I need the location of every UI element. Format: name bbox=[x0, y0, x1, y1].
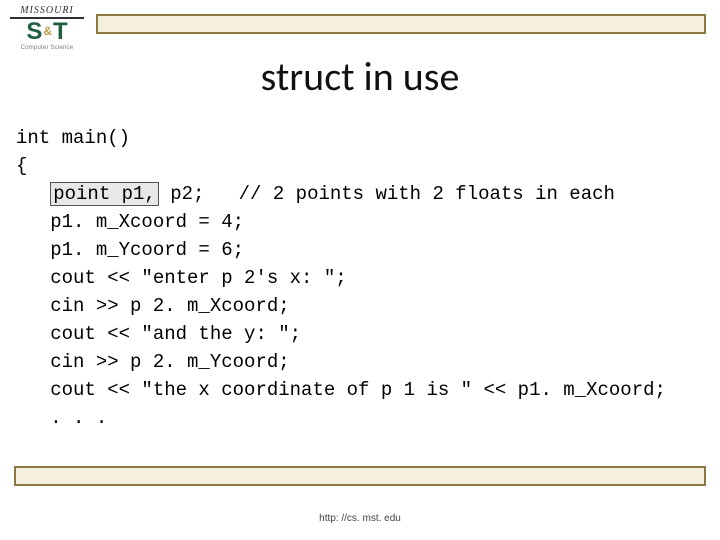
code-line: cin >> p 2. m_Ycoord; bbox=[16, 351, 290, 373]
code-line: int main() bbox=[16, 127, 130, 149]
bottom-divider-bar bbox=[14, 466, 706, 486]
code-line bbox=[16, 183, 50, 205]
code-line: p2; // 2 points with 2 floats in each bbox=[159, 183, 615, 205]
code-line: cout << "the x coordinate of p 1 is " <<… bbox=[16, 379, 666, 401]
logo-s: S bbox=[26, 18, 42, 45]
logo-university: MISSOURI bbox=[10, 6, 84, 19]
top-divider-bar bbox=[96, 14, 706, 34]
code-line: cout << "and the y: "; bbox=[16, 323, 301, 345]
logo-department: Computer Science bbox=[10, 45, 84, 51]
code-line: p1. m_Xcoord = 4; bbox=[16, 211, 244, 233]
code-highlight: point p1, bbox=[50, 182, 159, 206]
logo-ampersand: & bbox=[42, 24, 53, 38]
logo-t: T bbox=[53, 18, 68, 45]
brand-logo: MISSOURI S&T Computer Science bbox=[10, 6, 84, 51]
slide-title: struct in use bbox=[0, 52, 720, 101]
code-line: cout << "enter p 2's x: "; bbox=[16, 267, 347, 289]
code-line: cin >> p 2. m_Xcoord; bbox=[16, 295, 290, 317]
code-line: { bbox=[16, 155, 27, 177]
code-line: p1. m_Ycoord = 6; bbox=[16, 239, 244, 261]
code-line: . . . bbox=[16, 407, 107, 429]
code-block: int main() { point p1, p2; // 2 points w… bbox=[16, 124, 710, 432]
footer-url: http: //cs. mst. edu bbox=[0, 513, 720, 524]
logo-mark: S&T bbox=[10, 20, 84, 44]
